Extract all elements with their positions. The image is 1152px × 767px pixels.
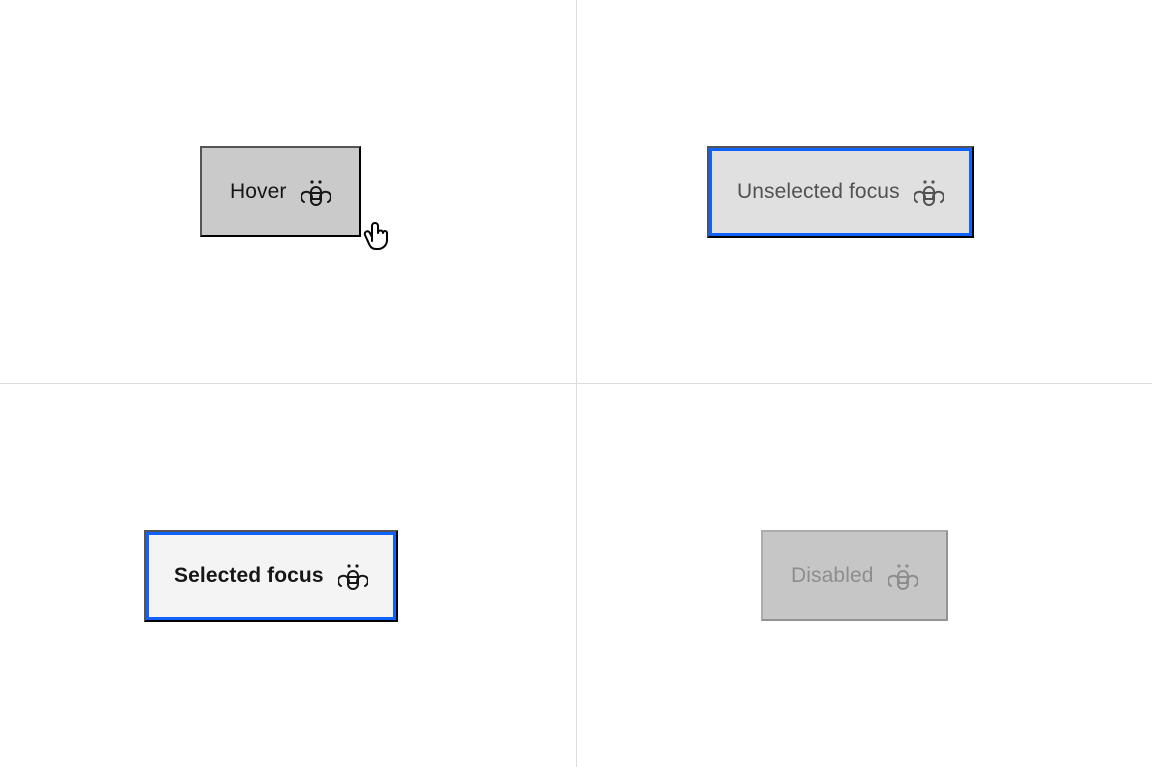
bee-icon: [888, 562, 918, 590]
content-switch-disabled: Disabled: [761, 530, 948, 621]
switch-label: Selected focus: [174, 564, 324, 588]
switch-label: Unselected focus: [737, 180, 900, 204]
content-switch-hover[interactable]: Hover: [200, 146, 361, 237]
content-switch-selected-focus[interactable]: Selected focus: [144, 530, 398, 622]
bee-icon: [914, 178, 944, 206]
content-switch-unselected-focus[interactable]: Unselected focus: [707, 146, 974, 238]
bee-icon: [301, 178, 331, 206]
bee-icon: [338, 562, 368, 590]
switch-label: Hover: [230, 180, 287, 204]
states-grid: Hover Unselected focus Selected focus Di…: [0, 0, 1152, 767]
switch-label: Disabled: [791, 564, 874, 588]
